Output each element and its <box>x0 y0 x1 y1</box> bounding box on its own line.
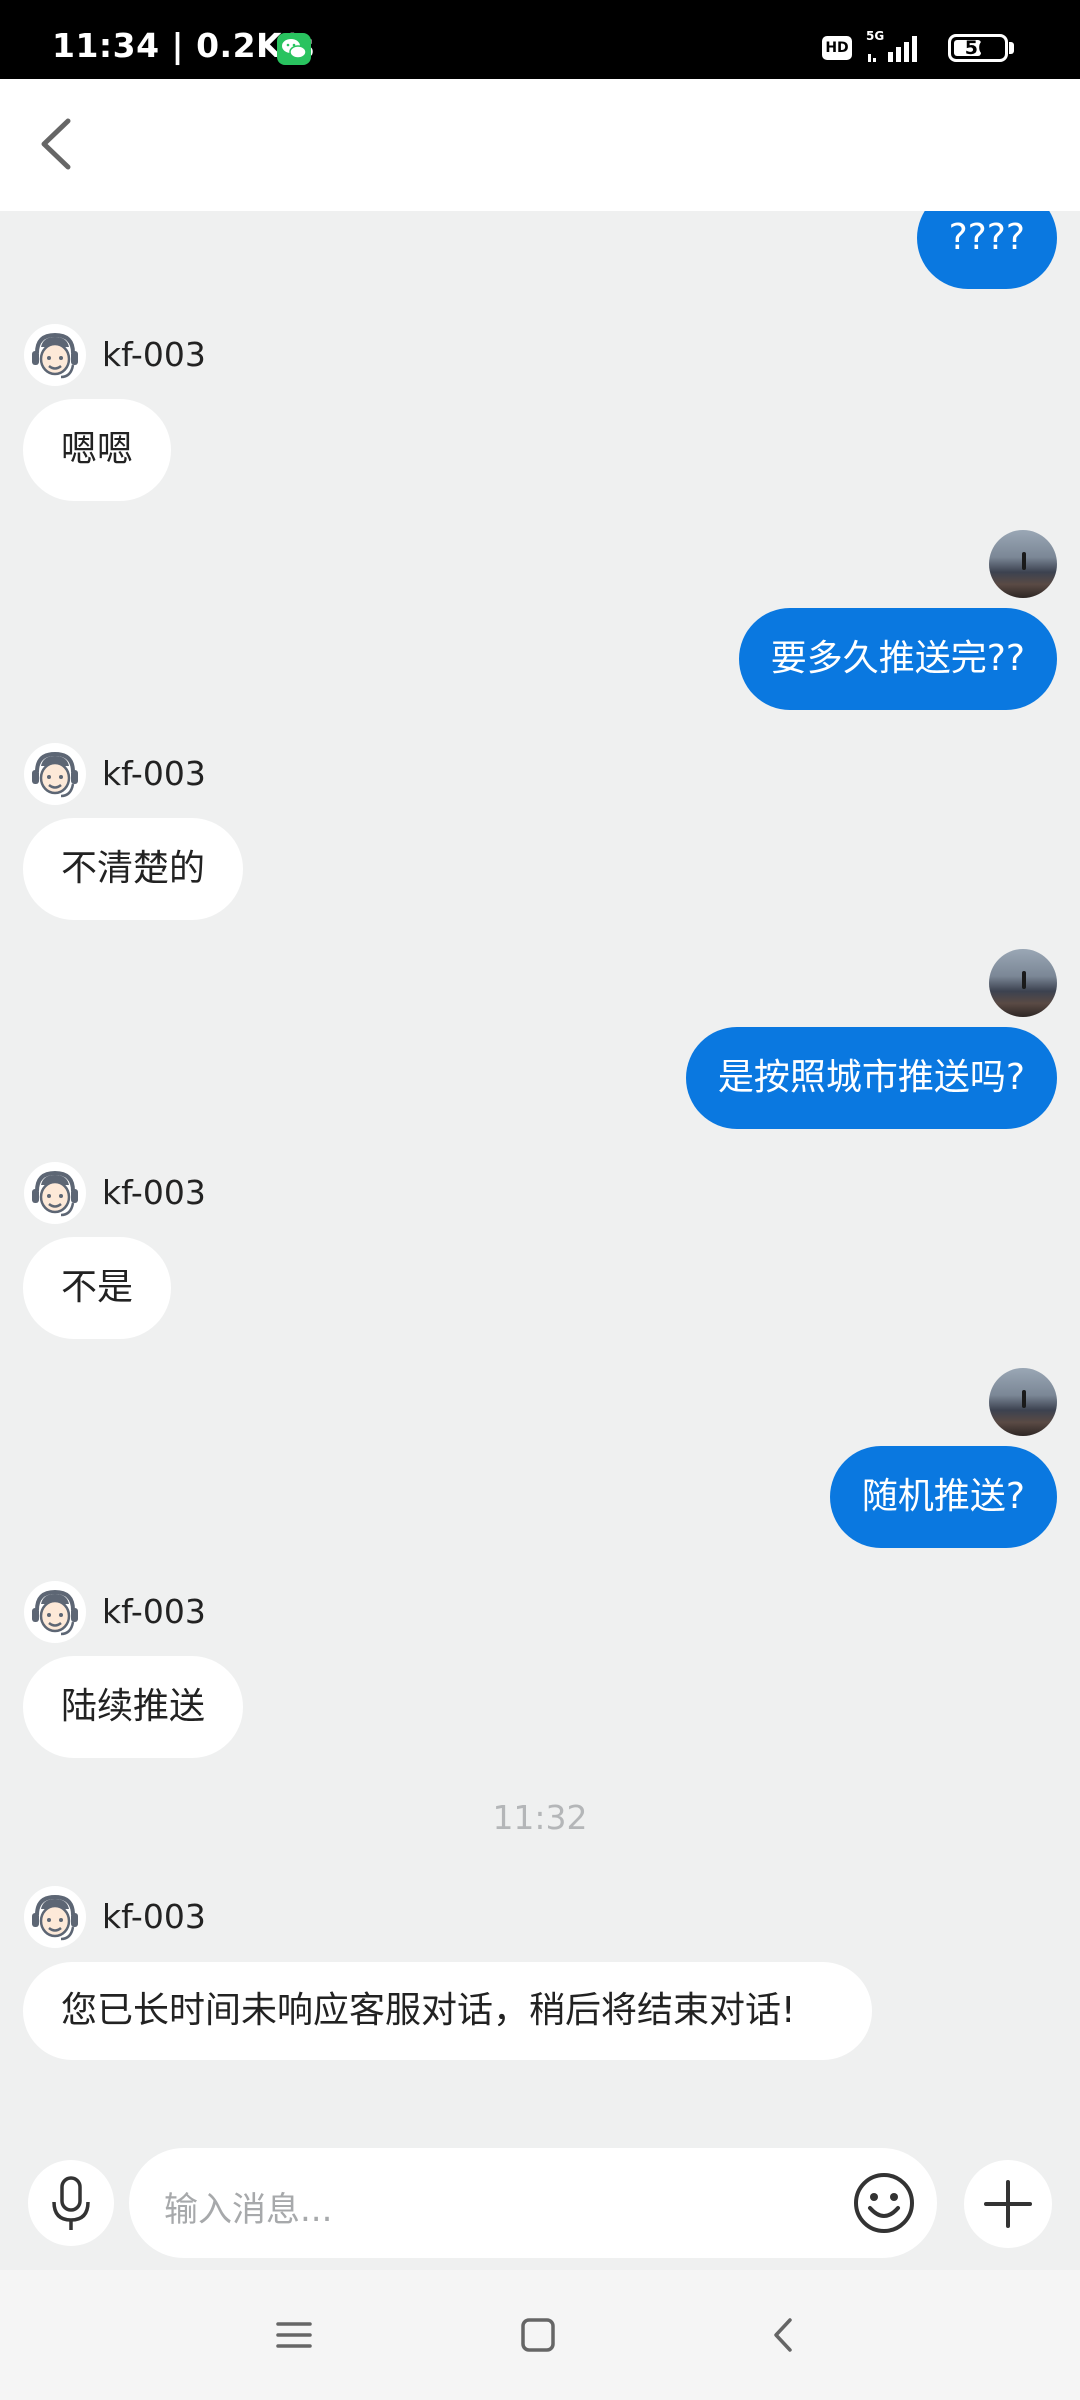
menu-icon <box>276 2322 312 2348</box>
battery-tip <box>1009 42 1014 54</box>
message-input[interactable]: 输入消息... <box>129 2148 937 2258</box>
agent-message-bubble[interactable]: 不清楚的 <box>23 818 244 920</box>
emoji-button[interactable] <box>851 2170 917 2236</box>
message-timestamp: 11:32 <box>492 1798 588 1837</box>
wechat-notification-icon <box>277 33 311 65</box>
system-back-button[interactable] <box>762 2312 806 2362</box>
agent-message-bubble[interactable]: 嗯嗯 <box>23 399 172 501</box>
agent-name: kf-003 <box>102 754 206 793</box>
svg-text:5G: 5G <box>866 29 884 43</box>
agent-message-bubble[interactable]: 您已长时间未响应客服对话，稍后将结束对话! <box>23 1962 872 2060</box>
menu-button[interactable] <box>272 2312 316 2362</box>
user-avatar[interactable] <box>989 1368 1057 1436</box>
microphone-icon <box>52 2176 90 2230</box>
agent-avatar-icon <box>23 1885 87 1949</box>
message-list[interactable]: ???? kf-003 嗯嗯 要多久推送完?? kf-003 不清楚的 是按照城… <box>0 211 1080 2148</box>
hd-badge: HD <box>822 36 852 60</box>
status-bar: 11:34 | 0.2K/s HD 5G 56 <box>0 0 1080 79</box>
agent-avatar-icon <box>23 742 87 806</box>
user-message-bubble[interactable]: 随机推送? <box>829 1446 1057 1548</box>
agent-name: kf-003 <box>102 1173 206 1212</box>
agent-avatar-icon <box>23 1580 87 1644</box>
system-nav-bar <box>0 2270 1080 2400</box>
agent-avatar-icon <box>23 1161 87 1225</box>
battery-icon: 56 <box>948 34 1008 62</box>
agent-name: kf-003 <box>102 1897 206 1936</box>
more-options-button[interactable] <box>964 2160 1052 2248</box>
home-button[interactable] <box>516 2312 560 2362</box>
agent-avatar-icon <box>23 323 87 387</box>
status-time-speed: 11:34 | 0.2K/s <box>52 26 315 65</box>
battery-level: 56 <box>964 37 992 59</box>
square-home-icon <box>521 2318 555 2352</box>
agent-message-bubble[interactable]: 不是 <box>23 1237 172 1339</box>
agent-name: kf-003 <box>102 335 206 374</box>
triangle-back-icon <box>774 2318 792 2352</box>
signal-5g-icon: 5G <box>864 28 934 72</box>
user-message-bubble[interactable]: ???? <box>916 211 1057 289</box>
agent-name: kf-003 <box>102 1592 206 1631</box>
smiley-icon <box>854 2173 914 2233</box>
message-input-bar: 输入消息... <box>0 2148 1080 2270</box>
user-message-bubble[interactable]: 是按照城市推送吗? <box>685 1027 1057 1129</box>
chat-header <box>0 79 1080 211</box>
message-input-placeholder: 输入消息... <box>164 2190 333 2230</box>
back-button[interactable] <box>30 109 100 179</box>
voice-input-button[interactable] <box>28 2160 114 2246</box>
user-message-bubble[interactable]: 要多久推送完?? <box>738 608 1057 710</box>
chevron-left-icon <box>41 118 71 170</box>
user-avatar[interactable] <box>989 530 1057 598</box>
user-avatar[interactable] <box>989 949 1057 1017</box>
plus-icon <box>984 2180 1032 2228</box>
agent-message-bubble[interactable]: 陆续推送 <box>23 1656 244 1758</box>
